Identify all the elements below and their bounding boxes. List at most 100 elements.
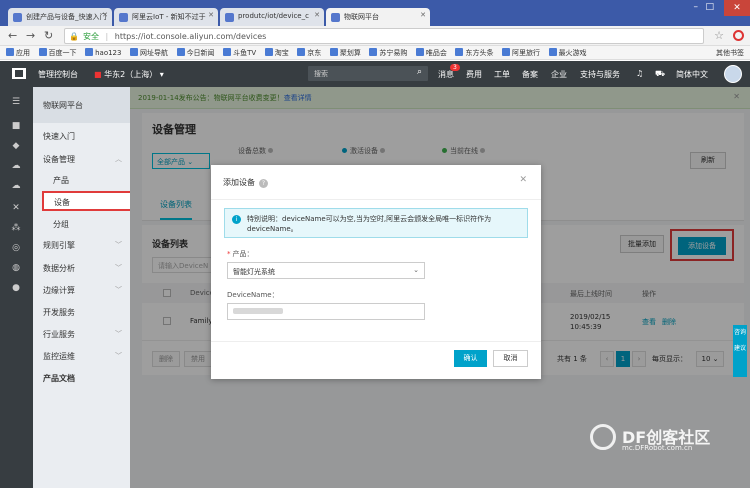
browser-tab-1[interactable]: 创建产品与设备_快速入门 ✕ bbox=[8, 8, 112, 26]
other-bookmarks[interactable]: 其他书签 bbox=[716, 46, 744, 60]
sidebar-item-industry-services[interactable]: 行业服务 bbox=[43, 329, 75, 340]
window-close-icon[interactable]: ✕ bbox=[724, 0, 750, 16]
cart-icon[interactable]: ⛟ bbox=[655, 69, 665, 79]
bookmark-icon bbox=[502, 48, 511, 56]
tab-close-icon[interactable]: ✕ bbox=[314, 11, 320, 19]
browser-tab-3[interactable]: produtc/iot/device_c ✕ bbox=[220, 8, 324, 26]
message-count-badge: 3 bbox=[450, 64, 460, 71]
bookmark-item[interactable]: 斗鱼TV bbox=[223, 46, 256, 60]
help-icon[interactable]: ? bbox=[259, 179, 268, 188]
chevron-down-icon: ⌄ bbox=[413, 266, 419, 274]
sidebar-item-edge-computing[interactable]: 边缘计算 bbox=[43, 285, 75, 296]
bookmark-item[interactable]: 苏宁易购 bbox=[369, 46, 407, 60]
chevron-down-icon[interactable]: ﹀ bbox=[115, 329, 122, 339]
tab-close-icon[interactable]: ✕ bbox=[208, 11, 214, 19]
aliyun-logo-icon[interactable] bbox=[12, 68, 26, 79]
reload-icon[interactable]: ↻ bbox=[44, 29, 53, 42]
bookmark-icon bbox=[85, 48, 94, 56]
chevron-up-icon[interactable]: ︿ bbox=[115, 154, 122, 164]
shield-icon[interactable]: ◆ bbox=[11, 141, 21, 151]
sidebar-item-device-management[interactable]: 设备管理 bbox=[43, 154, 75, 165]
confirm-button[interactable]: 确认 bbox=[454, 350, 487, 367]
tab-close-icon[interactable]: ✕ bbox=[102, 11, 108, 19]
browser-tab-2[interactable]: 阿里云IoT - 新知不过于 ✕ bbox=[114, 8, 218, 26]
bookmark-icon bbox=[455, 48, 464, 56]
sidebar-item-products[interactable]: 产品 bbox=[53, 175, 69, 186]
search-icon[interactable]: ⌕ bbox=[417, 67, 422, 77]
dfrobot-logo-icon bbox=[590, 424, 616, 450]
bookmark-item[interactable]: 最火游戏 bbox=[548, 46, 587, 60]
sidebar-item-docs[interactable]: 产品文档 bbox=[43, 373, 75, 384]
close-icon[interactable]: ✕ bbox=[519, 175, 527, 185]
console-top-nav: 管理控制台 ■ 华东2（上海） ▾ 搜索 ⌕ 消息 3 费用 工单 备案 企业 … bbox=[0, 61, 750, 87]
nav-support[interactable]: 支持与服务 bbox=[580, 69, 620, 80]
nav-filing[interactable]: 备案 bbox=[522, 69, 538, 80]
network-icon[interactable]: ✕ bbox=[11, 203, 21, 213]
address-bar: ← → ↻ 🔒 安全 | https://iot.console.aliyun.c… bbox=[0, 26, 750, 46]
language-selector[interactable]: 简体中文 bbox=[676, 69, 708, 80]
menu-icon[interactable]: ☰ bbox=[11, 97, 21, 107]
chevron-down-icon[interactable]: ﹀ bbox=[115, 263, 122, 273]
tab-close-icon[interactable]: ✕ bbox=[420, 11, 426, 19]
cloud-icon[interactable]: ☁ bbox=[11, 161, 21, 171]
info-icon: i bbox=[232, 215, 241, 224]
sidebar-item-quickstart[interactable]: 快速入门 bbox=[43, 131, 75, 142]
bookmark-icon bbox=[264, 48, 273, 56]
bookmark-item[interactable]: 京东 bbox=[297, 46, 321, 60]
circle-icon[interactable]: ● bbox=[11, 283, 21, 293]
divider bbox=[211, 341, 541, 342]
chevron-down-icon[interactable]: ﹀ bbox=[115, 351, 122, 361]
globe-icon[interactable]: ◎ bbox=[11, 243, 21, 253]
bookmark-item[interactable]: 今日新闻 bbox=[176, 46, 215, 60]
sidebar-item-rule-engine[interactable]: 规则引擎 bbox=[43, 240, 75, 251]
bookmark-icon bbox=[548, 48, 557, 56]
chevron-down-icon[interactable]: ﹀ bbox=[115, 285, 122, 295]
nav-tickets[interactable]: 工单 bbox=[494, 69, 510, 80]
minimize-icon[interactable]: – bbox=[694, 2, 699, 12]
bookmark-item[interactable]: 百度一下 bbox=[38, 46, 77, 60]
nav-billing[interactable]: 费用 bbox=[466, 69, 482, 80]
browser-menu-icon[interactable] bbox=[733, 30, 744, 41]
tab-favicon-icon bbox=[225, 13, 234, 22]
cancel-button[interactable]: 取消 bbox=[493, 350, 528, 367]
feedback-float-tab[interactable]: 咨询 建议 bbox=[733, 325, 747, 377]
bookmark-item[interactable]: 聚划算 bbox=[329, 46, 361, 60]
forward-icon[interactable]: → bbox=[26, 29, 35, 42]
dialog-title: 添加设备? bbox=[223, 177, 268, 188]
bookmark-item[interactable]: 应用 bbox=[6, 46, 30, 60]
lock-icon: 🔒 bbox=[69, 32, 79, 41]
bell-icon[interactable]: ♫ bbox=[636, 69, 643, 78]
browser-tab-bar: 创建产品与设备_快速入门 ✕ 阿里云IoT - 新知不过于 ✕ produtc/… bbox=[0, 0, 750, 26]
sidebar-item-dev-services[interactable]: 开发服务 bbox=[43, 307, 75, 318]
cloud-upload-icon[interactable]: ☁ bbox=[11, 181, 21, 191]
sidebar-item-monitoring[interactable]: 监控运维 bbox=[43, 351, 75, 362]
blurred-value bbox=[233, 308, 283, 314]
bookmark-item[interactable]: 阿里旅行 bbox=[502, 46, 540, 60]
nav-enterprise[interactable]: 企业 bbox=[551, 69, 567, 80]
maximize-icon[interactable]: □ bbox=[705, 2, 714, 12]
sidebar-item-groups[interactable]: 分组 bbox=[53, 219, 69, 230]
world-icon[interactable]: ◍ bbox=[11, 263, 21, 273]
bookmark-item[interactable]: 唯品会 bbox=[415, 46, 447, 60]
console-search-input[interactable]: 搜索 ⌕ bbox=[308, 66, 428, 81]
device-name-label: DeviceName： bbox=[227, 291, 279, 299]
region-selector[interactable]: ■ 华东2（上海） ▾ bbox=[94, 69, 164, 80]
bookmark-icon bbox=[38, 48, 47, 56]
cluster-icon[interactable]: ⁂ bbox=[11, 223, 21, 233]
bookmark-item[interactable]: 东方头条 bbox=[455, 46, 493, 60]
bookmarks-bar: 应用 百度一下 hao123 网址导航 今日新闻 斗鱼TV 淘宝 京东 聚划算 … bbox=[0, 46, 750, 60]
console-title[interactable]: 管理控制台 bbox=[38, 69, 78, 80]
bookmark-item[interactable]: 网址导航 bbox=[130, 46, 168, 60]
product-select[interactable]: 智能灯光系统 ⌄ bbox=[227, 262, 425, 279]
avatar[interactable] bbox=[724, 65, 742, 83]
server-icon[interactable]: ■ bbox=[11, 121, 21, 131]
bookmark-item[interactable]: 淘宝 bbox=[264, 46, 289, 60]
device-name-input[interactable] bbox=[227, 303, 425, 320]
chevron-down-icon[interactable]: ﹀ bbox=[115, 240, 122, 250]
bookmark-star-icon[interactable]: ☆ bbox=[714, 29, 724, 42]
sidebar-item-data-analysis[interactable]: 数据分析 bbox=[43, 263, 75, 274]
bookmark-item[interactable]: hao123 bbox=[85, 46, 121, 60]
browser-tab-4-active[interactable]: 物联网平台 ✕ bbox=[326, 8, 430, 26]
back-icon[interactable]: ← bbox=[8, 29, 17, 42]
url-input[interactable]: 🔒 安全 | https://iot.console.aliyun.com/dev… bbox=[64, 28, 704, 44]
